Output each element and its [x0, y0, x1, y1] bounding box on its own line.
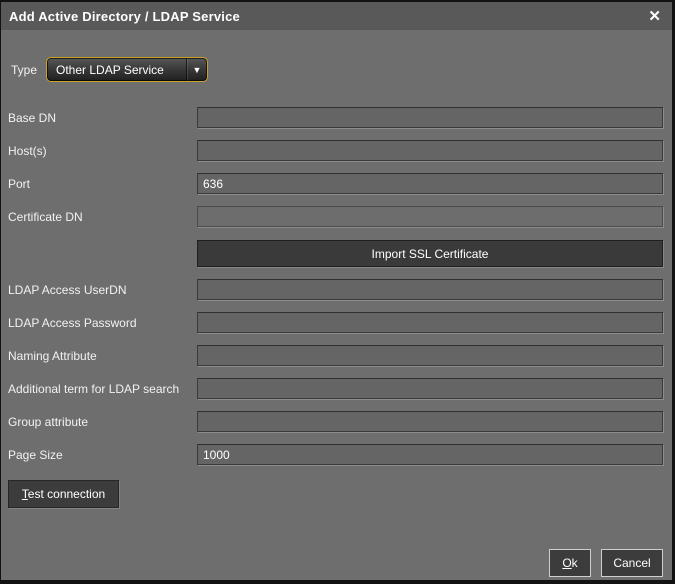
port-input[interactable] [197, 173, 663, 194]
additional-term-label: Additional term for LDAP search [8, 382, 197, 396]
test-connection-row: Test connection [1, 480, 672, 508]
group-attribute-input[interactable] [197, 411, 663, 432]
add-ldap-service-dialog: Add Active Directory / LDAP Service ✕ Ty… [0, 0, 675, 584]
cancel-button[interactable]: Cancel [601, 549, 663, 577]
type-selected-value: Other LDAP Service [56, 63, 164, 77]
certificate-dn-label: Certificate DN [8, 210, 197, 224]
test-connection-button[interactable]: Test connection [8, 480, 119, 508]
base-dn-input[interactable] [197, 107, 663, 128]
ldap-access-password-row: LDAP Access Password [1, 312, 672, 333]
page-size-label: Page Size [8, 448, 197, 462]
type-label: Type [11, 63, 37, 77]
ldap-access-password-input[interactable] [197, 312, 663, 333]
hosts-row: Host(s) [1, 140, 672, 161]
base-dn-label: Base DN [8, 111, 197, 125]
page-size-input[interactable] [197, 444, 663, 465]
group-attribute-label: Group attribute [8, 415, 197, 429]
import-ssl-row: Import SSL Certificate [1, 240, 672, 267]
naming-attribute-row: Naming Attribute [1, 345, 672, 366]
hosts-label: Host(s) [8, 144, 197, 158]
port-label: Port [8, 177, 197, 191]
test-connection-label: est connection [28, 487, 105, 501]
additional-term-input[interactable] [197, 378, 663, 399]
certificate-dn-row: Certificate DN [1, 206, 672, 227]
ldap-form: Base DN Host(s) Port Certificate DN Impo… [1, 107, 672, 465]
ok-label: k [572, 556, 578, 570]
ok-button[interactable]: Ok [549, 549, 591, 577]
ldap-access-userdn-row: LDAP Access UserDN [1, 279, 672, 300]
base-dn-row: Base DN [1, 107, 672, 128]
naming-attribute-input[interactable] [197, 345, 663, 366]
dialog-footer: Ok Cancel [549, 549, 663, 577]
type-row: Type Other LDAP Service ▼ [1, 57, 672, 82]
hosts-input[interactable] [197, 140, 663, 161]
import-ssl-certificate-button[interactable]: Import SSL Certificate [197, 240, 663, 267]
certificate-dn-input[interactable] [197, 206, 663, 227]
type-select[interactable]: Other LDAP Service ▼ [46, 57, 208, 82]
port-row: Port [1, 173, 672, 194]
dialog-titlebar: Add Active Directory / LDAP Service ✕ [1, 2, 672, 30]
naming-attribute-label: Naming Attribute [8, 349, 197, 363]
ok-mnemonic: O [562, 556, 571, 570]
close-icon[interactable]: ✕ [648, 9, 661, 24]
additional-term-row: Additional term for LDAP search [1, 378, 672, 399]
ldap-access-password-label: LDAP Access Password [8, 316, 197, 330]
dialog-title: Add Active Directory / LDAP Service [9, 9, 240, 24]
group-attribute-row: Group attribute [1, 411, 672, 432]
chevron-down-icon[interactable]: ▼ [186, 58, 207, 81]
ldap-access-userdn-label: LDAP Access UserDN [8, 283, 197, 297]
page-size-row: Page Size [1, 444, 672, 465]
ldap-access-userdn-input[interactable] [197, 279, 663, 300]
